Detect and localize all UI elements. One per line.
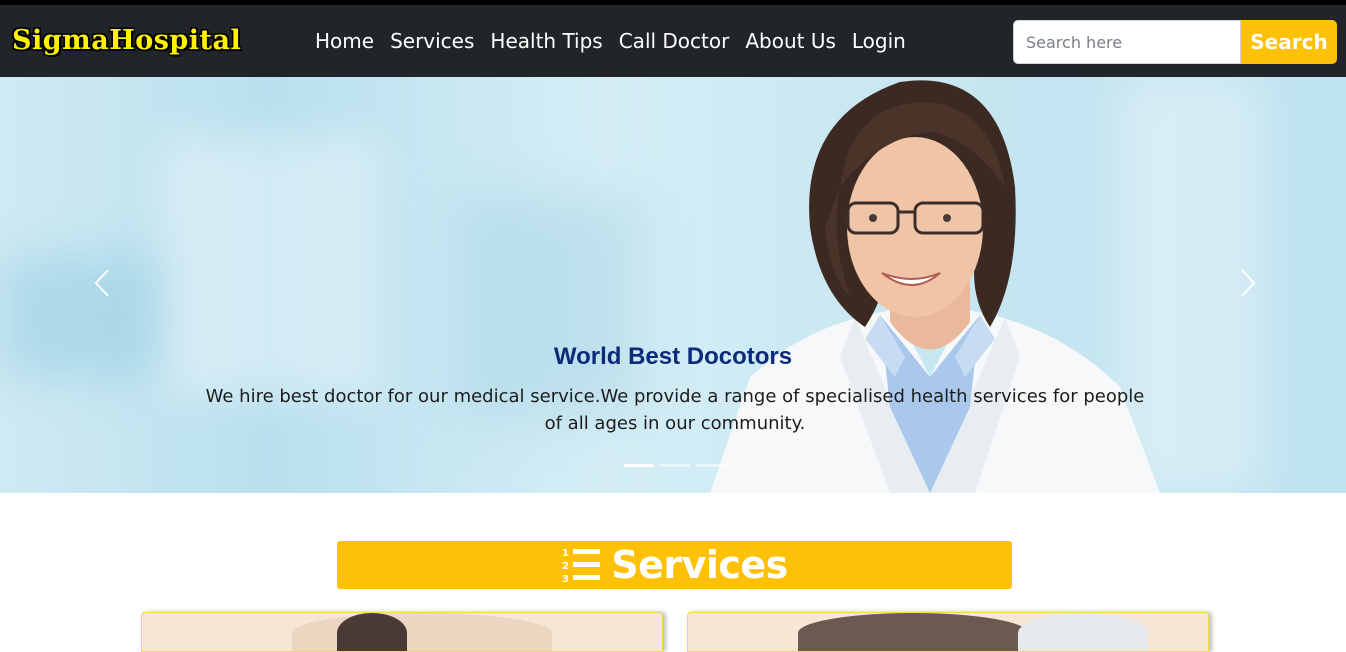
nav-menu: Home Services Health Tips Call Doctor Ab… <box>315 29 922 53</box>
card-image-figure <box>337 613 407 651</box>
hero-carousel: World Best Docotors We hire best doctor … <box>0 77 1346 493</box>
services-heading: 1 2 3 Services <box>337 541 1012 589</box>
chevron-right-icon <box>1241 269 1256 297</box>
carousel-caption-text: We hire best doctor for our medical serv… <box>205 386 1145 434</box>
svg-text:2: 2 <box>562 561 569 572</box>
carousel-indicator[interactable] <box>696 464 726 467</box>
carousel-caption-title: World Best Docotors <box>553 343 793 370</box>
nav-about-us[interactable]: About Us <box>745 29 836 53</box>
nav-call-doctor[interactable]: Call Doctor <box>619 29 730 53</box>
list-ol-icon: 1 2 3 <box>562 548 601 584</box>
chevron-left-icon <box>94 269 109 297</box>
nav-home[interactable]: Home <box>315 29 374 53</box>
svg-text:3: 3 <box>562 574 569 584</box>
carousel-prev-button[interactable] <box>82 263 122 303</box>
card-image-figure <box>1018 613 1148 651</box>
carousel-indicators <box>624 464 726 467</box>
carousel-next-button[interactable] <box>1228 263 1268 303</box>
search-button[interactable]: Search <box>1241 20 1337 64</box>
nav-services[interactable]: Services <box>390 29 474 53</box>
carousel-indicator[interactable] <box>624 464 654 467</box>
service-card[interactable] <box>141 612 663 652</box>
card-image <box>292 613 552 651</box>
services-title: Services <box>611 543 788 587</box>
navbar: SigmaHospital Home Services Health Tips … <box>0 5 1346 77</box>
card-image <box>798 613 1028 651</box>
service-card[interactable] <box>687 612 1209 652</box>
brand-logo[interactable]: SigmaHospital <box>12 25 241 56</box>
nav-login[interactable]: Login <box>852 29 906 53</box>
carousel-indicator[interactable] <box>660 464 690 467</box>
search-input[interactable] <box>1013 20 1241 64</box>
nav-health-tips[interactable]: Health Tips <box>490 29 602 53</box>
svg-text:1: 1 <box>562 548 569 559</box>
